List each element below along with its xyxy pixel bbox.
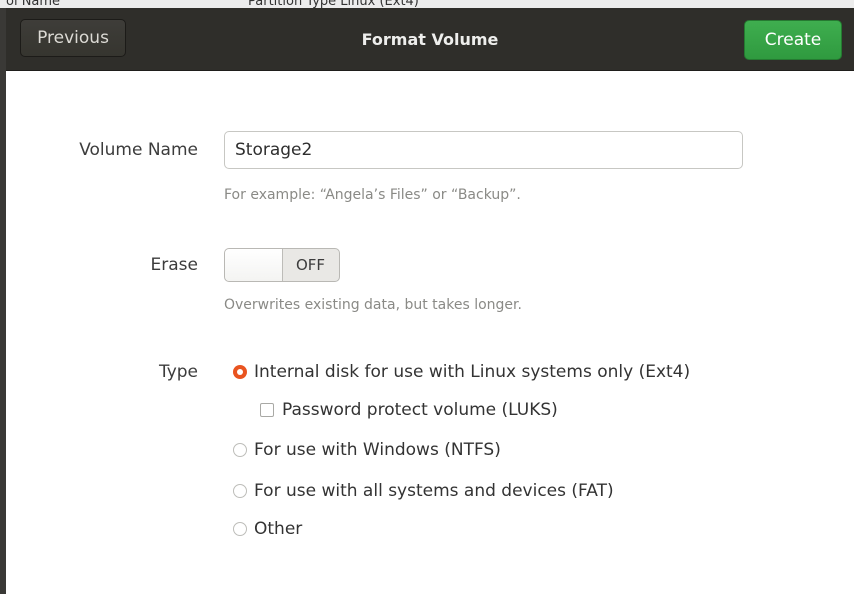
radio-selected-icon[interactable] [233,365,247,379]
type-label: Type [158,362,198,382]
password-protect-option[interactable]: Password protect volume (LUKS) [260,400,558,420]
radio-icon[interactable] [233,484,247,498]
type-option-other[interactable]: Other [233,519,302,539]
type-option-ntfs[interactable]: For use with Windows (NTFS) [233,440,501,460]
type-option-label: For use with all systems and devices (FA… [254,481,614,501]
volume-name-label: Volume Name [79,140,198,160]
password-protect-label: Password protect volume (LUKS) [282,400,558,420]
erase-label: Erase [150,255,198,275]
type-option-label: Internal disk for use with Linux systems… [254,362,691,382]
volume-name-hint: For example: “Angela’s Files” or “Backup… [224,187,521,203]
dialog-title: Format Volume [361,29,499,49]
radio-icon[interactable] [233,522,247,536]
erase-hint: Overwrites existing data, but takes long… [224,297,522,313]
checkbox-icon[interactable] [260,403,274,417]
switch-state-text: OFF [295,256,326,274]
previous-button[interactable]: Previous [20,19,126,57]
switch-knob[interactable] [225,249,283,281]
type-option-ext4[interactable]: Internal disk for use with Linux systems… [233,362,690,382]
type-option-label: Other [254,519,303,539]
type-option-fat[interactable]: For use with all systems and devices (FA… [233,481,614,501]
erase-switch[interactable]: OFF [224,248,340,282]
type-option-label: For use with Windows (NTFS) [254,440,501,460]
dialog-header-bar: Format Volume Previous Create [6,8,854,71]
volume-name-input[interactable] [224,131,743,169]
radio-icon[interactable] [233,443,247,457]
create-button[interactable]: Create [744,20,842,60]
